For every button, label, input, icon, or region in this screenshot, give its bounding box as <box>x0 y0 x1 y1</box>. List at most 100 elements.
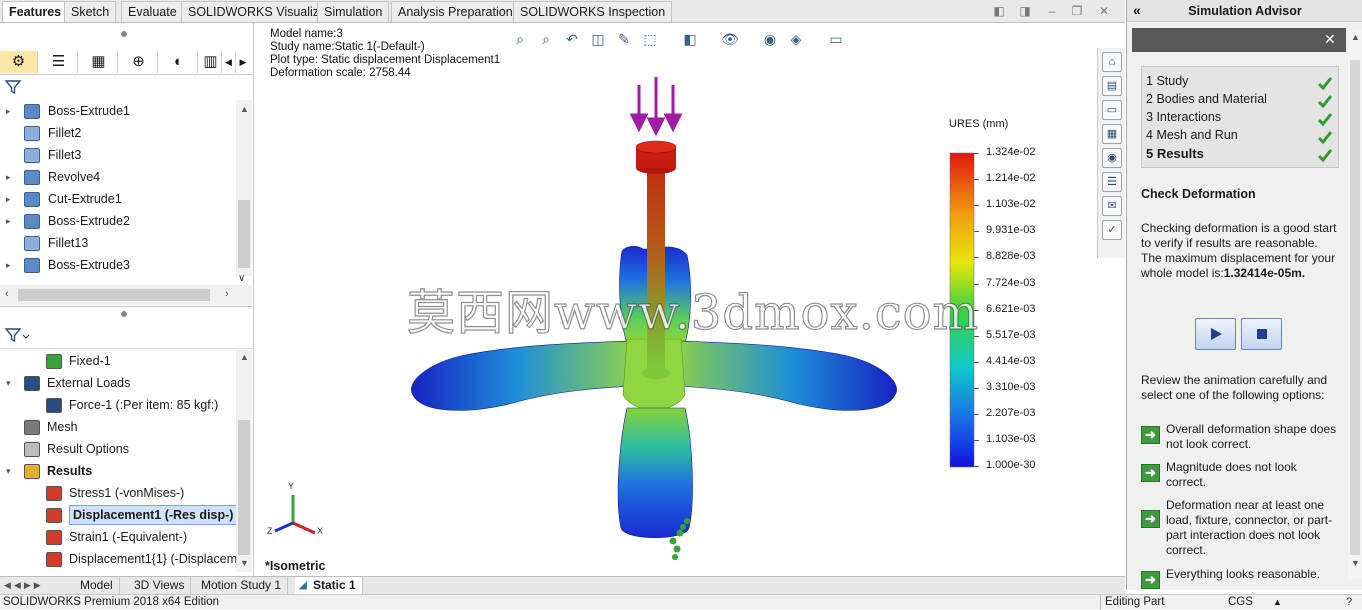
arrow-right-icon[interactable]: ➜ <box>1141 571 1160 589</box>
expand-arrow-icon[interactable]: ▸ <box>6 254 11 276</box>
tab-solidworks-inspection[interactable]: SOLIDWORKS Inspection <box>513 1 673 22</box>
sim-tree-label: Displacement1 (-Res disp-) <box>69 505 238 525</box>
feature-tree-tab-icon[interactable]: ⚙ <box>0 51 38 73</box>
dimxpert-tab-icon[interactable]: ⊕ <box>120 51 158 73</box>
sim-filter-icon[interactable] <box>4 325 30 345</box>
scroll-up-icon[interactable]: ▲ <box>240 104 249 114</box>
hscrollbar-thumb[interactable] <box>18 289 210 301</box>
scroll-tabs-right-icon[interactable]: ▶ <box>236 51 250 73</box>
tab-model[interactable]: Model <box>74 577 120 594</box>
advisor-option[interactable]: ➜ Deformation near at least one load, fix… <box>1141 498 1341 558</box>
simulation-advisor-icon[interactable]: ✓ <box>1102 220 1122 240</box>
file-explorer-icon[interactable]: ▭ <box>1102 100 1122 120</box>
design-library-icon[interactable]: ▤ <box>1102 76 1122 96</box>
scroll-down-icon[interactable]: ▼ <box>1351 558 1360 568</box>
expand-arrow-icon[interactable]: ▸ <box>6 166 11 188</box>
simulation-tree-scrollbar[interactable]: ▲ ▼ <box>236 350 252 572</box>
arrow-right-icon[interactable]: ➜ <box>1141 510 1160 528</box>
advisor-step[interactable]: 3 Interactions <box>1146 110 1221 124</box>
sim-tree-item[interactable]: Strain1 (-Equivalent-) <box>0 526 236 548</box>
advisor-step[interactable]: 4 Mesh and Run <box>1146 128 1238 142</box>
units-text[interactable]: CGS <box>1228 595 1253 610</box>
feature-tree-item[interactable]: Fillet13 <box>0 232 236 254</box>
stop-animation-button[interactable] <box>1241 318 1282 350</box>
play-animation-button[interactable] <box>1195 318 1236 350</box>
restore-icon[interactable]: ❐ <box>1070 4 1084 18</box>
advisor-step[interactable]: 5 Results <box>1146 146 1204 161</box>
advisor-scrollbar[interactable]: ▲ ▼ <box>1348 30 1362 578</box>
sim-tree-item[interactable]: Force-1 (:Per item: 85 kgf:) <box>0 394 236 416</box>
arrow-right-icon[interactable]: ➜ <box>1141 464 1160 482</box>
scrollbar-thumb[interactable] <box>1350 60 1360 555</box>
tile-left-icon[interactable]: ◧ <box>992 4 1006 18</box>
scrollbar-thumb[interactable] <box>238 200 250 268</box>
advisor-step[interactable]: 2 Bodies and Material <box>1146 92 1267 106</box>
simulation-tab-icon[interactable]: ▥ <box>200 51 222 73</box>
feature-tree-item[interactable]: ▸ Revolve4 <box>0 166 236 188</box>
sim-tree-item[interactable]: Displacement1{1} (-Displaceme <box>0 548 244 570</box>
configuration-manager-tab-icon[interactable]: ▦ <box>80 51 118 73</box>
scroll-right-icon[interactable]: › <box>225 288 229 300</box>
tab-analysis-preparation[interactable]: Analysis Preparation <box>391 1 520 22</box>
units-dropdown-icon[interactable]: ▲ <box>1273 595 1282 610</box>
arrow-right-icon[interactable]: ➜ <box>1141 426 1160 444</box>
collapse-chevron-icon[interactable]: ∨ <box>238 273 245 284</box>
home-icon[interactable]: ⌂ <box>1102 52 1122 72</box>
scrollbar-thumb[interactable] <box>238 420 250 555</box>
feature-tree-item[interactable]: Fillet2 <box>0 122 236 144</box>
splitter[interactable] <box>0 306 252 320</box>
tab-nav-arrows-icon[interactable]: ◀◀▶▶ <box>4 580 44 591</box>
feature-tree-item[interactable]: ▸ Boss-Extrude2 <box>0 210 236 232</box>
advisor-step[interactable]: 1 Study <box>1146 74 1188 88</box>
tab-3d-views[interactable]: 3D Views <box>128 577 192 594</box>
close-icon[interactable]: ✕ <box>1097 4 1111 18</box>
display-manager-tab-icon[interactable]: ◐ <box>160 51 198 73</box>
tab-solidworks-visualize[interactable]: SOLIDWORKS Visualize <box>181 1 334 22</box>
tab-features[interactable]: Features <box>2 1 69 22</box>
tile-right-icon[interactable]: ◨ <box>1018 4 1032 18</box>
sim-tree-item[interactable]: ▾ External Loads <box>0 372 236 394</box>
appearances-icon[interactable]: ◉ <box>1102 148 1122 168</box>
tab-motion-study-1[interactable]: Motion Study 1 <box>195 577 289 594</box>
minimize-icon[interactable]: – <box>1045 4 1059 18</box>
scroll-tabs-left-icon[interactable]: ◀ <box>222 51 236 73</box>
scroll-up-icon[interactable]: ▲ <box>1351 32 1360 42</box>
sim-tree-item[interactable]: Mesh <box>0 416 236 438</box>
feature-tree-scrollbar[interactable]: ▲ <box>236 100 252 276</box>
view-palette-icon[interactable]: ▦ <box>1102 124 1122 144</box>
expand-arrow-icon[interactable]: ▾ <box>6 372 11 394</box>
scroll-left-icon[interactable]: ‹ <box>5 288 9 300</box>
grip-dot-icon[interactable] <box>121 31 127 37</box>
sim-tree-item[interactable]: Stress1 (-vonMises-) <box>0 482 236 504</box>
expand-arrow-icon[interactable]: ▾ <box>6 460 11 482</box>
tab-evaluate[interactable]: Evaluate <box>121 1 184 22</box>
sim-tree-item[interactable]: ▾ Results <box>0 460 236 482</box>
expand-arrow-icon[interactable]: ▸ <box>6 188 11 210</box>
sim-tree-item[interactable]: Result Options <box>0 438 236 460</box>
expand-arrow-icon[interactable]: ▸ <box>6 100 11 122</box>
forum-icon[interactable]: ✉ <box>1102 196 1122 216</box>
property-manager-tab-icon[interactable]: ☰ <box>40 51 78 73</box>
feature-tree-item[interactable]: Fillet3 <box>0 144 236 166</box>
feature-tree-item[interactable]: ▸ Cut-Extrude1 <box>0 188 236 210</box>
tab-simulation[interactable]: Simulation <box>317 1 390 22</box>
help-icon[interactable]: ? <box>1346 595 1352 610</box>
tab-sketch[interactable]: Sketch <box>64 1 117 22</box>
scroll-down-icon[interactable]: ▼ <box>240 558 249 568</box>
bottom-tab-bar: ◀◀▶▶ Model 3D Views Motion Study 1 ◢ Stat… <box>0 576 1125 594</box>
expand-arrow-icon[interactable]: ▸ <box>6 210 11 232</box>
custom-properties-icon[interactable]: ☰ <box>1102 172 1122 192</box>
feature-tree-item[interactable]: ▸ Boss-Extrude3 <box>0 254 236 276</box>
feature-tree-hscrollbar[interactable]: ‹ › <box>0 285 252 305</box>
advisor-option[interactable]: ➜ Everything looks reasonable. <box>1141 567 1341 589</box>
filter-icon[interactable] <box>4 78 22 96</box>
feature-tree-item[interactable]: ▸ Boss-Extrude1 <box>0 100 236 122</box>
advisor-option[interactable]: ➜ Overall deformation shape does not look… <box>1141 422 1341 454</box>
sim-tree-item[interactable]: Displacement1 (-Res disp-) <box>0 504 238 526</box>
graphics-area[interactable]: Model name:3 Study name:Static 1(-Defaul… <box>255 23 1125 576</box>
advisor-option[interactable]: ➜ Magnitude does not look correct. <box>1141 460 1341 492</box>
sim-tree-item[interactable]: Fixed-1 <box>0 350 236 372</box>
tab-static-1[interactable]: ◢ Static 1 <box>295 577 363 594</box>
close-advisor-icon[interactable]: ✕ <box>1324 31 1336 48</box>
scroll-up-icon[interactable]: ▲ <box>240 352 249 362</box>
